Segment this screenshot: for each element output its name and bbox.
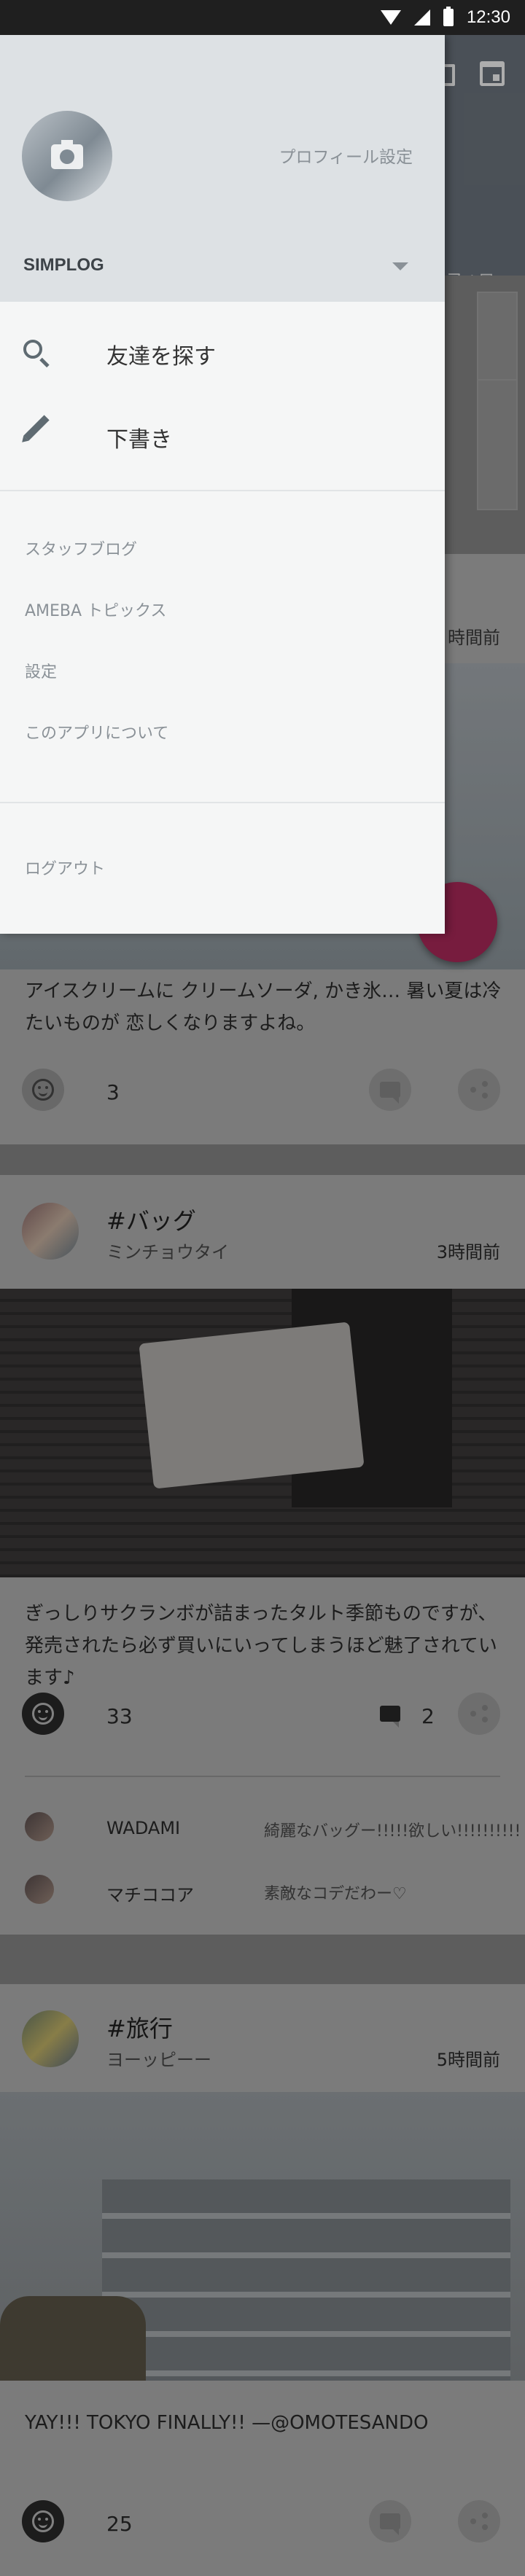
link-settings[interactable]: 設定 — [25, 659, 57, 682]
link-about-app[interactable]: このアプリについて — [25, 720, 168, 743]
search-icon — [23, 340, 42, 359]
menu-item-label: 友達を探す — [106, 344, 216, 370]
menu-item-drafts[interactable]: 下書き — [0, 395, 445, 475]
account-name[interactable]: SIMPLOG — [23, 255, 104, 276]
drawer-header: プロフィール設定 SIMPLOG — [0, 35, 445, 302]
navigation-drawer: プロフィール設定 SIMPLOG 友達を探す 下書き スタッフブログ AMEBA… — [0, 35, 445, 934]
chevron-down-icon[interactable] — [392, 262, 408, 270]
profile-settings-link[interactable]: プロフィール設定 — [279, 143, 413, 168]
menu-item-find-friends[interactable]: 友達を探す — [0, 312, 445, 392]
link-ameba-topics[interactable]: AMEBA トピックス — [25, 598, 166, 621]
status-time: 12:30 — [466, 7, 510, 27]
divider — [0, 490, 445, 491]
logout-link[interactable]: ログアウト — [25, 856, 105, 879]
pencil-icon — [23, 415, 50, 441]
menu-item-label: 下書き — [106, 427, 172, 453]
link-staff-blog[interactable]: スタッフブログ — [25, 536, 137, 560]
signal-icon — [413, 9, 430, 26]
wifi-icon — [380, 10, 401, 25]
divider — [0, 802, 445, 803]
profile-avatar[interactable] — [22, 111, 112, 201]
camera-icon — [51, 140, 83, 169]
battery-icon — [443, 7, 454, 26]
status-bar: 12:30 — [0, 0, 525, 35]
